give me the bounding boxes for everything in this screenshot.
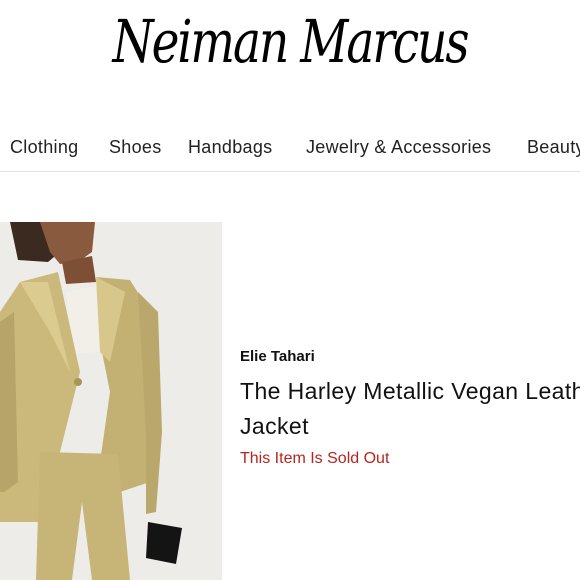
model-jacket-illustration <box>0 222 222 580</box>
nav-item-handbags[interactable]: Handbags <box>188 137 272 158</box>
product-image[interactable] <box>0 222 222 580</box>
nav-divider <box>0 171 580 172</box>
product-brand[interactable]: Elie Tahari <box>240 348 315 365</box>
brand-logo[interactable]: Neiman Marcus <box>0 8 580 77</box>
nav-item-clothing[interactable]: Clothing <box>10 137 78 158</box>
nav-item-jewelry-accessories[interactable]: Jewelry & Accessories <box>306 137 491 158</box>
product-title: The Harley Metallic Vegan Leather Jacket <box>240 378 580 439</box>
nav-item-beauty[interactable]: Beauty <box>527 137 580 158</box>
sold-out-status: This Item Is Sold Out <box>240 450 390 467</box>
category-nav: Clothing Shoes Handbags Jewelry & Access… <box>0 136 580 170</box>
nav-item-shoes[interactable]: Shoes <box>109 137 162 158</box>
